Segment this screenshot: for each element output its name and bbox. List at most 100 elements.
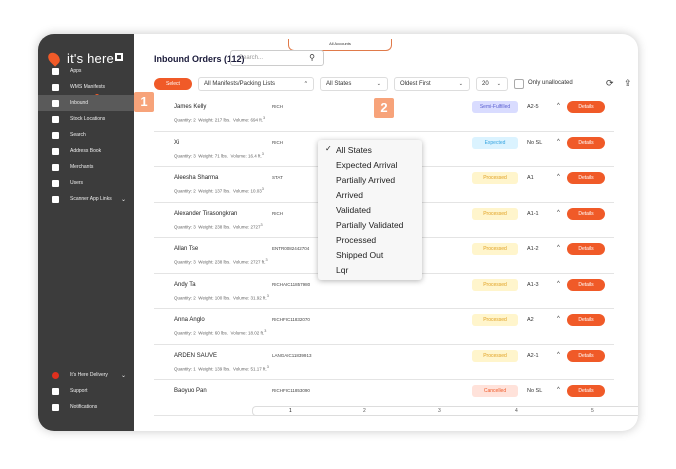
- sidebar-item-notifications[interactable]: Notifications: [38, 399, 134, 415]
- row-weight: Weight: 238 lbs.: [198, 259, 231, 265]
- sidebar-item-support[interactable]: Support: [38, 383, 134, 399]
- checkmark-icon: ✓: [325, 144, 332, 153]
- delivery-logo-icon: [52, 371, 59, 379]
- menu-item-label: Partially Arrived: [336, 175, 396, 185]
- menu-item-label: All States: [336, 145, 372, 155]
- details-button[interactable]: Details: [567, 101, 605, 113]
- search-icon: ⚲: [309, 53, 315, 62]
- volume-unit-superscript: 3: [266, 364, 269, 369]
- row-location: A2-5: [527, 104, 539, 110]
- row-location: No SL: [527, 139, 543, 146]
- sidebar-item-inbound[interactable]: Inbound: [38, 95, 134, 111]
- details-button[interactable]: Details: [567, 314, 605, 326]
- unallocated-checkbox[interactable]: [514, 79, 524, 89]
- chevron-up-icon[interactable]: ^: [557, 281, 560, 287]
- chevron-down-icon: ⌄: [120, 372, 126, 379]
- row-name: Xi: [174, 139, 180, 146]
- sidebar-item-address-book[interactable]: Address Book: [38, 143, 134, 159]
- details-button[interactable]: Details: [567, 243, 605, 255]
- details-button[interactable]: Details: [567, 349, 605, 362]
- sidebar-item-scanner-app-links[interactable]: Scanner App Links ⌄: [38, 191, 134, 207]
- sidebar-item-apps[interactable]: Apps: [38, 63, 134, 79]
- menu-item-state[interactable]: Validated: [318, 203, 422, 218]
- chevron-up-icon[interactable]: ^: [557, 387, 560, 393]
- step-badge: 1: [134, 92, 154, 112]
- warehouse-icon: [52, 99, 59, 107]
- volume-unit-superscript: 3: [263, 116, 266, 120]
- details-button[interactable]: Details: [567, 385, 605, 397]
- menu-item-state[interactable]: Processed: [318, 233, 422, 248]
- sort-dropdown[interactable]: Oldest First ⌄: [394, 77, 470, 91]
- row-location: A2-1: [527, 352, 539, 359]
- table-row[interactable]: ARDEN SAUVE Quantity: 1 Weight: 139 lbs. …: [154, 345, 614, 380]
- chevron-up-icon[interactable]: ^: [557, 174, 560, 180]
- row-code: STAT: [272, 175, 283, 180]
- table-row[interactable]: Anna Anglo Quantity: 2 Weight: 60 lbs. Vo…: [154, 309, 614, 345]
- details-button[interactable]: Details: [567, 278, 605, 291]
- sidebar-item-search[interactable]: Search: [38, 127, 134, 143]
- menu-item-state[interactable]: Partially Arrived: [318, 173, 422, 188]
- search-input[interactable]: Search... ⚲: [230, 50, 324, 66]
- chevron-up-icon[interactable]: ^: [557, 245, 560, 251]
- row-quantity: Quantity: 3: [174, 224, 196, 229]
- chevron-up-icon[interactable]: ^: [557, 352, 560, 358]
- menu-item-state[interactable]: Expected Arrival: [318, 158, 422, 173]
- sidebar-item-stock-locations[interactable]: Stock Locations: [38, 111, 134, 127]
- row-volume: Volume: 2727: [232, 224, 261, 229]
- share-icon[interactable]: ⇪: [624, 78, 632, 89]
- menu-item-label: Expected Arrival: [336, 160, 398, 170]
- menu-item-state[interactable]: Arrived: [318, 188, 422, 203]
- row-code: RICH: [272, 104, 283, 109]
- grid-icon[interactable]: [115, 53, 123, 61]
- row-weight: Weight: 217 lbs.: [198, 117, 231, 123]
- states-dropdown[interactable]: All States ⌄: [320, 77, 388, 91]
- page-5[interactable]: 5: [591, 408, 594, 414]
- chevron-up-icon[interactable]: ^: [557, 139, 560, 145]
- page-3[interactable]: 3: [438, 408, 441, 414]
- menu-item-state[interactable]: Lqr: [318, 263, 422, 278]
- row-location: A1-1: [527, 210, 539, 217]
- select-button[interactable]: Select: [154, 78, 192, 90]
- chevron-up-icon[interactable]: ^: [557, 210, 560, 216]
- details-button[interactable]: Details: [567, 136, 605, 149]
- page-4[interactable]: 4: [515, 408, 518, 414]
- row-meta: Quantity: 2 Weight: 217 lbs. Volume: 694…: [174, 116, 265, 123]
- row-weight: Weight: 60 lbs.: [198, 330, 228, 336]
- page-size-dropdown[interactable]: 20 ⌄: [476, 77, 508, 91]
- chevron-up-icon[interactable]: ^: [557, 316, 560, 322]
- row-quantity: Quantity: 1: [174, 366, 196, 371]
- chevron-down-icon: ⌄: [376, 81, 381, 87]
- page-1[interactable]: 1: [289, 408, 292, 414]
- sidebar-item-users[interactable]: Users: [38, 175, 134, 191]
- row-meta: Quantity: 3 Weight: 238 lbs. Volume: 272…: [174, 258, 268, 265]
- chevron-down-icon: ⌄: [120, 196, 126, 203]
- search-icon: [52, 131, 59, 139]
- row-code: RICHAIC11857980: [272, 281, 311, 287]
- sidebar-item-label: Search: [70, 132, 86, 138]
- menu-item-state[interactable]: Shipped Out: [318, 248, 422, 263]
- page-2[interactable]: 2: [363, 408, 366, 414]
- row-weight: Weight: 238 lbs.: [198, 224, 231, 229]
- details-button[interactable]: Details: [567, 207, 605, 220]
- row-meta: Quantity: 2 Weight: 100 lbs. Volume: 31.…: [174, 294, 269, 301]
- menu-item-state[interactable]: Partially Validated: [318, 218, 422, 233]
- sidebar-item-label: Notifications: [70, 404, 98, 410]
- row-weight: Weight: 137 lbs.: [198, 188, 231, 194]
- row-volume: Volume: 10.03: [232, 188, 262, 194]
- details-button[interactable]: Details: [567, 172, 605, 184]
- sidebar-item-wms-manifests[interactable]: WMS Manifests: [38, 79, 134, 95]
- sidebar-item-label: Merchants: [70, 164, 94, 170]
- sidebar-nav: Apps WMS Manifests Inbound Stock Locatio…: [38, 63, 134, 207]
- refresh-icon[interactable]: ⟳: [606, 78, 614, 89]
- chevron-up-icon[interactable]: ^: [557, 103, 560, 109]
- row-location: A1-2: [527, 246, 539, 252]
- row-code: LANGAIC11839913: [272, 352, 312, 358]
- book-icon: [52, 147, 59, 155]
- chevron-up-icon: ^: [304, 81, 307, 87]
- sidebar-item-merchants[interactable]: Merchants: [38, 159, 134, 175]
- manifests-dropdown[interactable]: All Manifests/Packing Lists ^: [198, 77, 314, 91]
- sidebar-item-label: Apps: [70, 68, 82, 74]
- sidebar-item-delivery[interactable]: It's Here Delivery ⌄: [38, 367, 134, 383]
- row-name: Anna Anglo: [174, 317, 205, 323]
- menu-item-state[interactable]: ✓ All States: [318, 143, 422, 158]
